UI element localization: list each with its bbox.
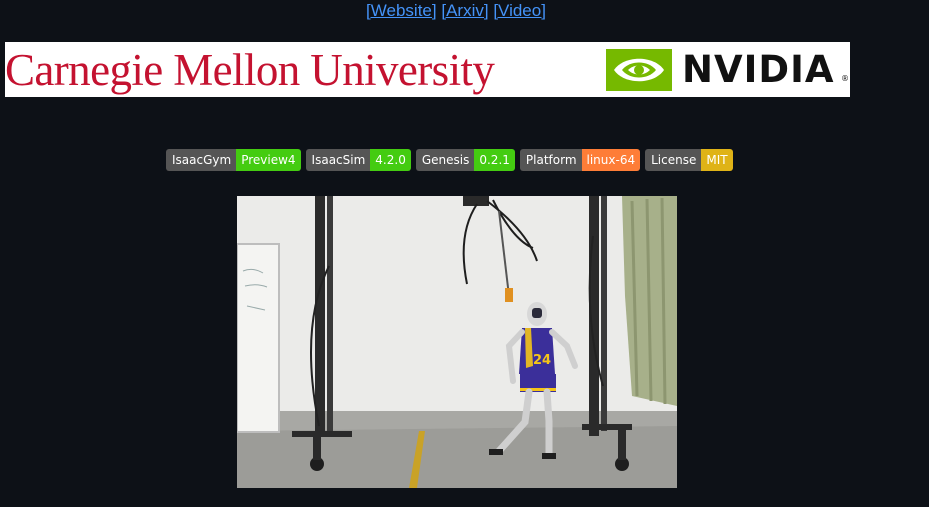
badge-license[interactable]: License MIT [645, 149, 733, 171]
whiteboard [237, 243, 280, 433]
badge-value: linux-64 [581, 149, 641, 171]
badge-label: IsaacSim [305, 149, 371, 171]
badge-label: License [645, 149, 702, 171]
trademark-symbol: ® [841, 74, 849, 83]
cmu-logo-text: Carnegie Mellon University [5, 45, 495, 95]
badge-label: Genesis [415, 149, 475, 171]
badge-isaacsim[interactable]: IsaacSim 4.2.0 [305, 149, 411, 171]
nvidia-eye-icon [606, 49, 672, 91]
badge-platform[interactable]: Platform linux-64 [519, 149, 641, 171]
badge-label: IsaacGym [166, 149, 237, 171]
badge-genesis[interactable]: Genesis 0.2.1 [415, 149, 515, 171]
badge-value: Preview4 [236, 149, 301, 171]
badge-isaacgym[interactable]: IsaacGym Preview4 [166, 149, 301, 171]
header-links: [Website] [Arxiv] [Video] [0, 0, 912, 22]
readme-page: [Website] [Arxiv] [Video] Carnegie Mello… [0, 0, 929, 507]
jersey-number: 24 [533, 353, 551, 368]
nvidia-wordmark: NVIDIA [682, 48, 835, 91]
video-frame-illustration: 24 [237, 196, 677, 488]
demo-video-gif[interactable]: 24 [237, 196, 677, 488]
website-link[interactable]: [Website] [366, 1, 437, 20]
logo-banner: Carnegie Mellon University NVIDIA ® [5, 42, 850, 97]
badge-row: IsaacGym Preview4 IsaacSim 4.2.0 Genesis… [166, 149, 733, 171]
badge-label: Platform [519, 149, 582, 171]
badge-value: MIT [701, 149, 733, 171]
badge-value: 0.2.1 [474, 149, 515, 171]
badge-value: 4.2.0 [370, 149, 411, 171]
video-link[interactable]: [Video] [493, 1, 546, 20]
arxiv-link[interactable]: [Arxiv] [441, 1, 488, 20]
wall [237, 196, 677, 416]
